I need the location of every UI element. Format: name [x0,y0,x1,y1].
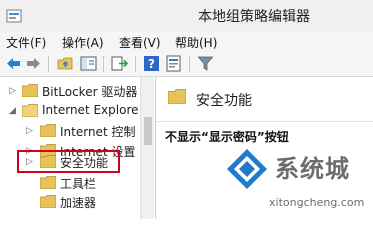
help-icon[interactable]: ? [143,55,160,72]
toolbar-separator [135,56,136,72]
policy-tree: ▷ BitLocker 驱动器 ◢ Internet Explore ▷ Int… [0,77,150,219]
details-header: 安全功能 [156,77,373,119]
title-bar: 本地组策略编辑器 [0,0,373,31]
tree-scrollbar[interactable] [140,77,154,219]
details-title: 安全功能 [196,93,252,109]
tree-node-label: 工具栏 [60,177,97,191]
folder-icon [40,195,56,208]
watermark-brand: 系统城 [275,155,350,183]
menu-help[interactable]: 帮助(H) [175,34,217,51]
folder-icon [40,176,56,189]
svg-text:?: ? [148,57,155,71]
watermark-logo [227,149,267,189]
watermark-url: xitongcheng.com [269,196,365,209]
folder-open-icon [22,104,38,117]
toolbar-separator [103,56,104,72]
divider [156,121,373,122]
toolbar-separator [189,56,190,72]
tree-node-label: 加速器 [60,196,97,210]
expand-arrow-icon[interactable]: ▷ [9,85,19,97]
tree-node-label: Internet 控制 [60,125,136,139]
up-folder-icon[interactable] [57,55,74,72]
back-arrow-icon[interactable] [5,55,22,72]
properties-icon[interactable] [165,55,182,72]
group-policy-app-icon [6,9,22,23]
export-list-icon[interactable] [111,55,128,72]
collapse-arrow-icon[interactable]: ◢ [9,105,19,117]
forward-arrow-icon[interactable] [25,55,42,72]
folder-icon [40,124,56,137]
watermark: 系统城 xitongcheng.com [225,139,373,219]
folder-icon [168,89,186,104]
expand-arrow-icon[interactable]: ▷ [26,125,36,137]
toolbar: ? [0,51,373,77]
show-hide-tree-icon[interactable] [80,55,97,72]
menu-action[interactable]: 操作(A) [62,34,104,51]
menu-file[interactable]: 文件(F) [6,34,46,51]
scrollbar-thumb[interactable] [144,117,152,145]
tree-node-label: Internet Explore [42,103,139,117]
toolbar-separator [48,56,49,72]
menu-view[interactable]: 查看(V) [119,34,161,51]
tree-node-label: BitLocker 驱动器 [42,85,138,99]
window-title: 本地组策略编辑器 [198,9,310,25]
folder-icon [22,84,38,97]
highlight-box [17,150,120,173]
filter-icon[interactable] [197,55,214,72]
menu-bar: 文件(F) 操作(A) 查看(V) 帮助(H) [0,31,373,51]
